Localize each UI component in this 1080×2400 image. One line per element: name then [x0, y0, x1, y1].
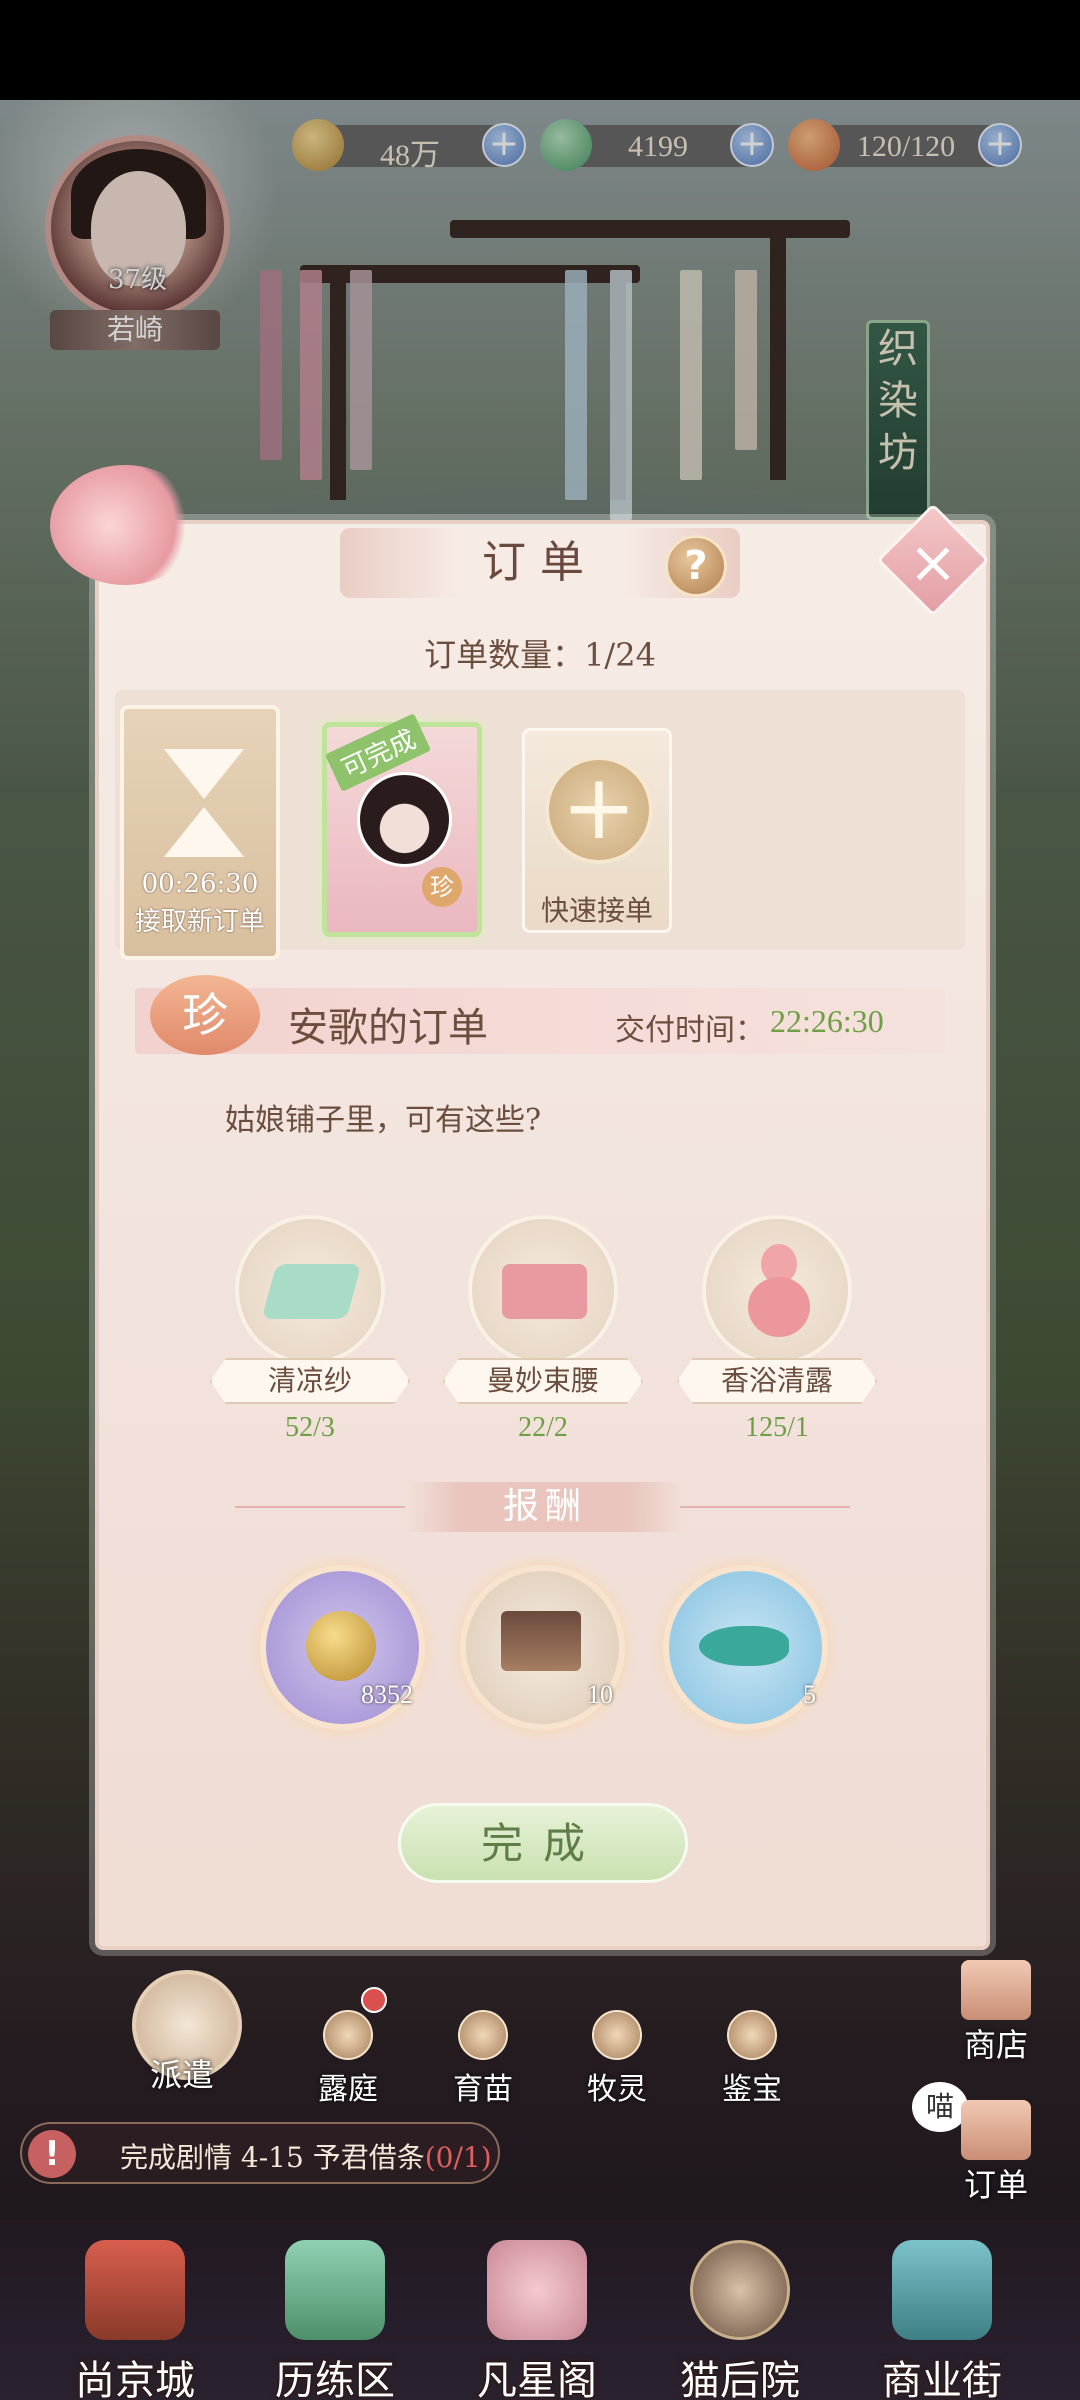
sprout-icon — [458, 2010, 508, 2060]
plum-blossom-decoration — [50, 465, 200, 585]
dispatch-label: 派遣 — [150, 2056, 215, 2094]
close-icon: × — [908, 528, 958, 597]
complete-button[interactable]: 完成 — [398, 1803, 688, 1883]
reward-pavilion[interactable]: 10 — [460, 1565, 625, 1730]
item-name: 清凉纱 — [210, 1358, 410, 1404]
nav-label: 凡星阁 — [477, 2358, 597, 2400]
cat-icon — [690, 2240, 790, 2340]
gate-icon — [892, 2240, 992, 2340]
palace-icon — [85, 2240, 185, 2340]
nav-seedling[interactable]: 育苗 — [428, 2010, 538, 2108]
order-item[interactable]: 曼妙束腰 22/2 — [443, 1210, 643, 1460]
nav-label: 历练区 — [275, 2358, 395, 2400]
deliver-time-label: 交付时间： — [615, 1013, 765, 1048]
reward-paw-coin[interactable]: 8352 — [260, 1565, 425, 1730]
notification-dot — [361, 1987, 387, 2013]
fish-icon — [699, 1626, 789, 1666]
reward-title: 报酬 — [405, 1482, 685, 1532]
nav-label: 猫后院 — [680, 2358, 800, 2400]
teapot-icon — [592, 2010, 642, 2060]
nav-market-street[interactable]: 商业街 — [847, 2240, 1037, 2400]
order-title: 安歌的订单 — [288, 1005, 488, 1051]
sash-icon — [468, 1215, 618, 1365]
status-bar — [0, 0, 1080, 100]
shop-label: 商店 — [963, 2026, 1028, 2064]
orders-button[interactable]: 订单 — [946, 2100, 1046, 2206]
deliver-time-value: 22:26:30 — [770, 1003, 884, 1039]
nav-dew-court[interactable]: 露庭 — [293, 2010, 403, 2108]
gauze-icon — [235, 1215, 385, 1365]
nav-herd[interactable]: 牧灵 — [562, 2010, 672, 2108]
pavilion-icon — [501, 1611, 581, 1671]
plus-icon: + — [545, 756, 653, 864]
hourglass-icon — [164, 749, 244, 859]
quest-progress: (0/1) — [424, 2141, 492, 2174]
nav-label: 尚京城 — [75, 2358, 195, 2400]
item-name: 香浴清露 — [677, 1358, 877, 1404]
order-item[interactable]: 香浴清露 125/1 — [677, 1210, 877, 1460]
nav-label: 商业街 — [882, 2358, 1002, 2400]
order-message: 姑娘铺子里，可有这些? — [225, 1103, 542, 1138]
divider — [235, 1506, 405, 1508]
alert-icon: ! — [28, 2130, 76, 2178]
divider — [680, 1506, 850, 1508]
mountain-icon — [285, 2240, 385, 2340]
reward-fish[interactable]: 5 — [663, 1565, 828, 1730]
customer-portrait — [357, 772, 452, 867]
nav-label: 牧灵 — [587, 2072, 647, 2107]
nav-appraise[interactable]: 鉴宝 — [697, 2010, 807, 2108]
new-order-timer: 00:26:30 — [141, 869, 259, 899]
help-button[interactable]: ? — [665, 535, 727, 597]
nav-label: 露庭 — [318, 2072, 378, 2107]
order-count: 订单数量：1/24 — [424, 636, 656, 674]
nav-capital-city[interactable]: 尚京城 — [40, 2240, 230, 2400]
reward-amount: 5 — [803, 1680, 816, 1709]
item-quantity: 22/2 — [518, 1412, 568, 1443]
order-card-selected[interactable]: 可完成 珍 — [322, 713, 482, 937]
reward-amount: 8352 — [361, 1680, 413, 1709]
reward-amount: 10 — [587, 1680, 613, 1709]
order-rarity-badge: 珍 — [150, 975, 260, 1055]
quest-text: 完成剧情 4-15 予君借条 — [120, 2141, 425, 2174]
nav-label: 育苗 — [453, 2072, 513, 2107]
item-quantity: 125/1 — [745, 1412, 809, 1443]
shop-icon — [961, 1960, 1031, 2020]
item-quantity: 52/3 — [285, 1412, 335, 1443]
rarity-badge: 珍 — [422, 867, 462, 907]
item-name: 曼妙束腰 — [443, 1358, 643, 1404]
quest-tracker[interactable]: ! 完成剧情 4-15 予君借条(0/1) — [20, 2122, 500, 2184]
nav-cat-backyard[interactable]: 猫后院 — [645, 2240, 835, 2400]
new-order-card[interactable]: 00:26:30 接取新订单 — [120, 705, 280, 960]
nav-label: 鉴宝 — [722, 2072, 782, 2107]
paw-coin-icon — [306, 1611, 376, 1681]
quick-accept-label: 快速接单 — [540, 894, 653, 927]
nav-star-pavilion[interactable]: 凡星阁 — [442, 2240, 632, 2400]
paw-icon — [323, 2010, 373, 2060]
blossom-tree-icon — [487, 2240, 587, 2340]
gem-icon — [727, 2010, 777, 2060]
orders-label: 订单 — [963, 2166, 1028, 2204]
new-order-label: 接取新订单 — [134, 907, 265, 937]
quick-accept-card[interactable]: + 快速接单 — [522, 728, 672, 933]
shop-button[interactable]: 商店 — [946, 1960, 1046, 2066]
order-book-icon — [961, 2100, 1031, 2160]
order-item[interactable]: 清凉纱 52/3 — [210, 1210, 410, 1460]
nav-training-area[interactable]: 历练区 — [240, 2240, 430, 2400]
gourd-bottle-icon — [702, 1215, 852, 1365]
